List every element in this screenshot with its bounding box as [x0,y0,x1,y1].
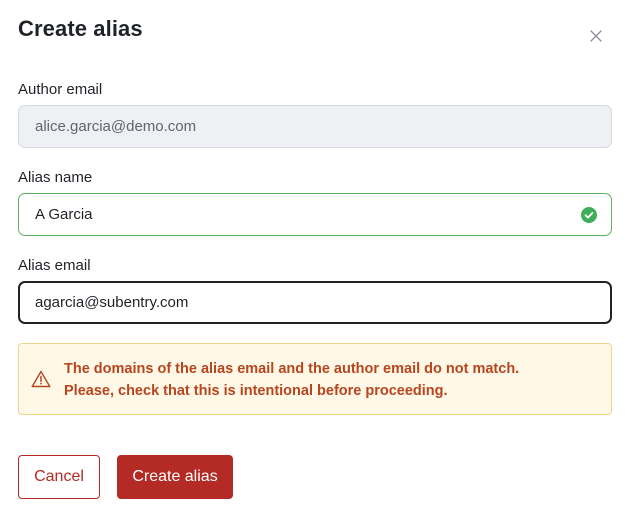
author-email-field[interactable]: alice.garcia@demo.com [18,105,612,148]
warning-triangle-icon [31,370,51,388]
close-button[interactable] [586,26,606,46]
alias-name-field[interactable]: A Garcia [18,193,612,236]
dialog-title: Create alias [18,16,143,41]
domain-mismatch-warning: The domains of the alias email and the a… [18,343,612,415]
alias-email-value: agarcia@subentry.com [35,294,189,311]
alias-email-label: Alias email [18,257,91,274]
author-email-value: alice.garcia@demo.com [35,118,197,135]
create-alias-dialog: Create alias Author email alice.garcia@d… [0,0,629,515]
alias-name-value: A Garcia [35,206,93,223]
author-email-label: Author email [18,81,103,98]
warning-line-2: Please, check that this is intentional b… [64,383,448,399]
check-circle-icon [581,207,597,223]
close-icon [590,30,602,42]
warning-line-1: The domains of the alias email and the a… [64,361,520,377]
cancel-button[interactable]: Cancel [18,455,100,499]
create-alias-button[interactable]: Create alias [117,455,233,499]
warning-message: The domains of the alias email and the a… [64,358,519,402]
alias-name-label: Alias name [18,169,93,186]
alias-email-field[interactable]: agarcia@subentry.com [18,281,612,324]
